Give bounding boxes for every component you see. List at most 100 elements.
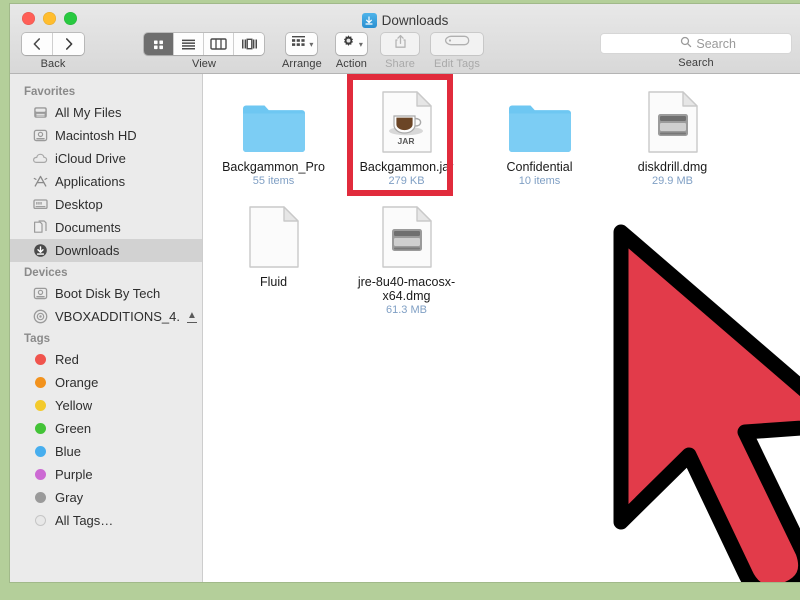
tag-dot-icon — [32, 444, 48, 460]
hard-drive-icon — [32, 128, 48, 144]
share-icon — [394, 34, 407, 54]
view-label: View — [191, 58, 217, 70]
downloads-icon — [361, 13, 377, 28]
arrange-label: Arrange — [282, 58, 322, 70]
search-input[interactable]: Search — [600, 33, 792, 54]
dmg-file-icon — [647, 88, 699, 154]
sidebar-item-label: Boot Disk By Tech — [55, 286, 161, 301]
file-meta: 61.3 MB — [386, 304, 427, 316]
file-item[interactable]: jre-8u40-macosx-x64.dmg 61.3 MB — [340, 197, 473, 326]
sidebar-tag-red[interactable]: Red — [10, 348, 202, 371]
file-item[interactable]: JAR Backgammon.jar 279 KB — [340, 82, 473, 197]
sidebar-item-label: Desktop — [55, 197, 103, 212]
action-button[interactable]: ▾ — [335, 33, 367, 55]
edit-tags-group: Edit Tags — [431, 33, 484, 70]
sidebar-tag-green[interactable]: Green — [10, 417, 202, 440]
arrange-button[interactable]: ▾ — [286, 33, 318, 55]
sidebar-tag-blue[interactable]: Blue — [10, 440, 202, 463]
tag-dot-icon — [32, 352, 48, 368]
file-meta: 55 items — [252, 175, 295, 187]
search-icon — [680, 36, 692, 51]
search-label: Search — [678, 57, 714, 69]
back-button[interactable] — [22, 33, 53, 55]
sidebar-section-devices-header: Devices — [24, 267, 68, 279]
jar-file-icon: JAR — [381, 88, 433, 154]
tag-dot-icon — [32, 513, 48, 529]
minimize-button[interactable] — [43, 12, 56, 25]
list-view-button[interactable] — [174, 33, 204, 55]
sidebar-item-applications[interactable]: Applications — [10, 170, 202, 193]
icon-view-button[interactable] — [144, 33, 174, 55]
sidebar-item-label: All My Files — [55, 105, 122, 120]
dmg-file-icon — [381, 203, 433, 269]
dmg-file-icon — [248, 203, 300, 269]
file-item[interactable]: diskdrill.dmg 29.9 MB — [606, 82, 739, 197]
all-my-files-icon — [32, 105, 48, 121]
sidebar-item-documents[interactable]: Documents — [10, 216, 202, 239]
toolbar: Back View ▾ Arrange ▾ Action Share Edit … — [10, 30, 800, 73]
share-group: Share — [381, 33, 420, 70]
hard-drive-icon — [32, 286, 48, 302]
documents-icon — [32, 220, 48, 236]
view-group: View — [144, 33, 264, 70]
share-button[interactable] — [381, 33, 420, 55]
file-meta: 279 KB — [388, 175, 425, 187]
sidebar-item-label: All Tags… — [55, 513, 114, 528]
file-meta: 29.9 MB — [652, 175, 693, 187]
file-item[interactable]: Confidential 10 items — [473, 82, 606, 197]
forward-button[interactable] — [53, 33, 84, 55]
file-name: Confidential — [506, 160, 573, 174]
sidebar-section-favorites-header: Favorites — [24, 86, 76, 98]
sidebar-section-tags-header: Tags — [24, 333, 50, 345]
file-grid: Backgammon_Pro 55 items JAR Backgammon.j… — [203, 74, 800, 326]
sidebar-tag-gray[interactable]: Gray — [10, 486, 202, 509]
file-meta: 10 items — [518, 175, 561, 187]
sidebar-item-label: Documents — [55, 220, 121, 235]
sidebar-item-downloads[interactable]: Downloads — [10, 239, 202, 262]
coverflow-view-button[interactable] — [234, 33, 264, 55]
zoom-button[interactable] — [64, 12, 77, 25]
sidebar-item-macintosh-hd[interactable]: Macintosh HD — [10, 124, 202, 147]
back-label: Back — [40, 58, 66, 70]
nav-segmented-control[interactable] — [22, 33, 84, 55]
tag-dot-icon — [32, 467, 48, 483]
applications-icon — [32, 174, 48, 190]
sidebar-item-label: Gray — [55, 490, 84, 505]
tag-dot-icon — [32, 398, 48, 414]
sidebar-item-all-my-files[interactable]: All My Files — [10, 101, 202, 124]
sidebar-item-label: Green — [55, 421, 92, 436]
disc-icon — [32, 309, 48, 325]
sidebar-item-label: Orange — [55, 375, 99, 390]
sidebar-item-label: VBOXADDITIONS_4. — [55, 309, 180, 324]
file-item[interactable]: Backgammon_Pro 55 items — [207, 82, 340, 197]
sidebar-tag-all-tags[interactable]: All Tags… — [10, 509, 202, 532]
tag-dot-icon — [32, 421, 48, 437]
sidebar-item-label: iCloud Drive — [55, 151, 126, 166]
gear-icon — [341, 34, 356, 54]
chevron-down-icon: ▾ — [358, 39, 363, 49]
finder-window: Downloads Back View ▾ Arrange ▾ Action S… — [10, 4, 800, 582]
file-name: diskdrill.dmg — [637, 160, 708, 174]
close-button[interactable] — [22, 12, 35, 25]
view-segmented-control[interactable] — [144, 33, 264, 55]
file-name: Fluid — [259, 275, 288, 289]
sidebar-item-desktop[interactable]: Desktop — [10, 193, 202, 216]
eject-icon[interactable]: ▲ — [186, 310, 197, 324]
desktop-icon — [32, 197, 48, 213]
sidebar-item-boot-disk-by-tech[interactable]: Boot Disk By Tech — [10, 282, 202, 305]
folder-icon — [507, 88, 573, 154]
file-item[interactable]: Fluid — [207, 197, 340, 326]
sidebar-tag-purple[interactable]: Purple — [10, 463, 202, 486]
navigation-group: Back — [22, 33, 84, 70]
sidebar-tag-yellow[interactable]: Yellow — [10, 394, 202, 417]
sidebar-item-label: Applications — [55, 174, 126, 189]
column-view-button[interactable] — [204, 33, 234, 55]
edit-tags-button[interactable] — [431, 33, 484, 55]
window-controls — [22, 12, 77, 25]
search-group: Search Search — [600, 33, 792, 69]
tag-dot-icon — [32, 375, 48, 391]
sidebar-item-vboxadditions[interactable]: VBOXADDITIONS_4. ▲ — [10, 305, 202, 328]
file-grid-area[interactable]: Backgammon_Pro 55 items JAR Backgammon.j… — [203, 74, 800, 582]
sidebar-item-icloud-drive[interactable]: iCloud Drive — [10, 147, 202, 170]
sidebar-tag-orange[interactable]: Orange — [10, 371, 202, 394]
